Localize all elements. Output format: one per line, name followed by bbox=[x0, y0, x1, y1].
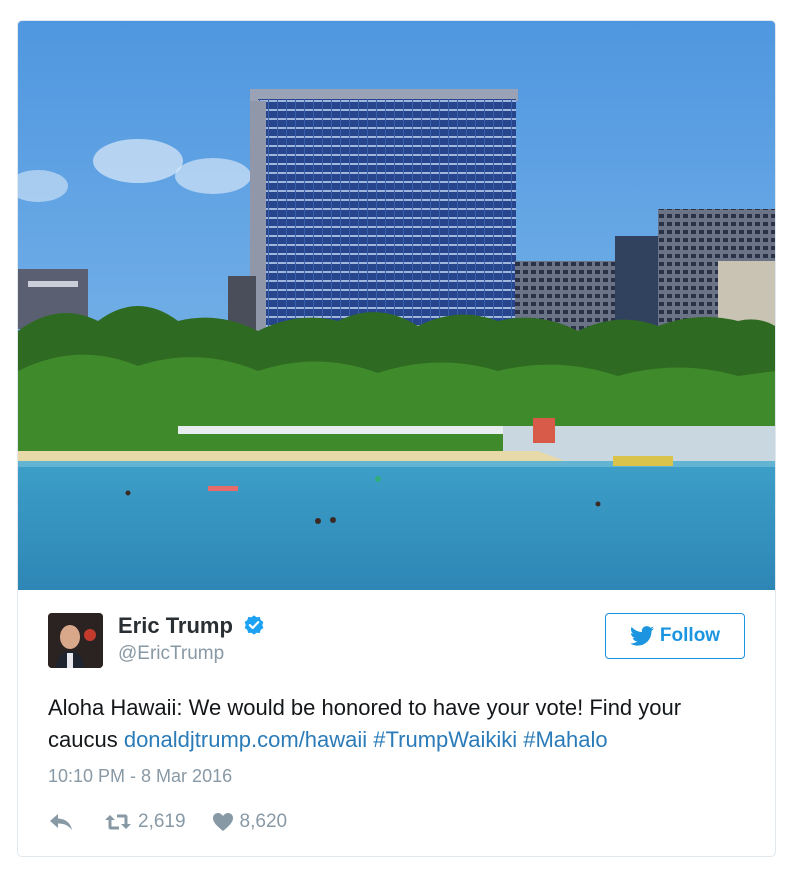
reply-icon bbox=[50, 814, 72, 830]
twitter-bird-icon bbox=[629, 626, 654, 646]
embedded-tweet-card: Eric Trump @EricTrump Follow Aloha Hawai… bbox=[17, 20, 776, 857]
hashtag-link[interactable]: #Mahalo bbox=[523, 727, 607, 752]
like-count: 8,620 bbox=[239, 811, 288, 832]
tweet-text: Aloha Hawaii: We would be honored to hav… bbox=[48, 692, 748, 756]
follow-button[interactable]: Follow bbox=[605, 613, 745, 659]
tweet-author[interactable]: Eric Trump @EricTrump bbox=[48, 613, 548, 669]
tweet-actions: 2,619 8,620 bbox=[48, 808, 287, 836]
retweet-button[interactable]: 2,619 bbox=[104, 811, 186, 833]
author-display-name[interactable]: Eric Trump bbox=[118, 613, 233, 638]
verified-badge-icon bbox=[245, 615, 264, 635]
tweet-timestamp[interactable]: 10:10 PM - 8 Mar 2016 bbox=[48, 766, 232, 787]
retweet-icon bbox=[105, 814, 131, 830]
author-names[interactable]: Eric Trump @EricTrump bbox=[118, 613, 265, 667]
reply-button[interactable] bbox=[48, 812, 74, 832]
follow-label: Follow bbox=[659, 625, 721, 646]
tweet-photo[interactable] bbox=[18, 21, 775, 590]
avatar[interactable] bbox=[48, 613, 103, 668]
retweet-count: 2,619 bbox=[138, 811, 186, 832]
heart-icon bbox=[212, 813, 233, 831]
like-button[interactable]: 8,620 bbox=[212, 811, 288, 833]
tweet-link-url[interactable]: donaldjtrump.com/hawaii bbox=[124, 727, 367, 752]
hashtag-link[interactable]: #TrumpWaikiki bbox=[373, 727, 517, 752]
author-handle[interactable]: @EricTrump bbox=[118, 641, 265, 667]
